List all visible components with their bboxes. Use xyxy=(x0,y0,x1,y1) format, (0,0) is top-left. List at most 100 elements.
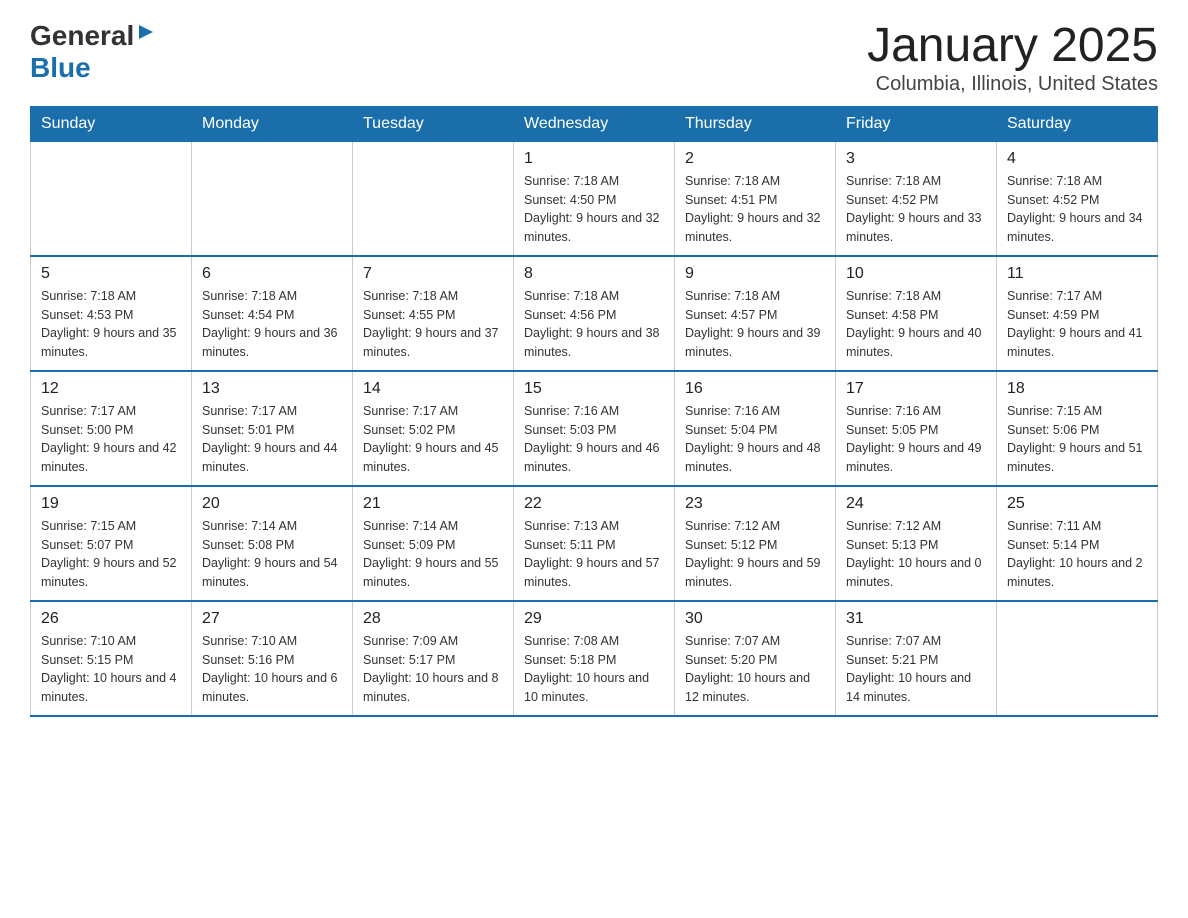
day-number: 22 xyxy=(524,495,664,513)
day-number: 20 xyxy=(202,495,342,513)
day-info: Sunrise: 7:17 AM Sunset: 5:01 PM Dayligh… xyxy=(202,402,342,477)
calendar-cell: 10 Sunrise: 7:18 AM Sunset: 4:58 PM Dayli… xyxy=(836,256,997,371)
day-info: Sunrise: 7:10 AM Sunset: 5:16 PM Dayligh… xyxy=(202,632,342,707)
calendar-cell: 11 Sunrise: 7:17 AM Sunset: 4:59 PM Dayli… xyxy=(997,256,1158,371)
calendar-cell: 24 Sunrise: 7:12 AM Sunset: 5:13 PM Dayli… xyxy=(836,486,997,601)
day-info: Sunrise: 7:15 AM Sunset: 5:07 PM Dayligh… xyxy=(41,517,181,592)
calendar-cell: 8Sunrise: 7:18 AM Sunset: 4:56 PM Daylig… xyxy=(514,256,675,371)
day-number: 15 xyxy=(524,380,664,398)
day-number: 19 xyxy=(41,495,181,513)
calendar-week-row: 1 Sunrise: 7:18 AM Sunset: 4:50 PM Daylig… xyxy=(31,141,1158,256)
day-info: Sunrise: 7:13 AM Sunset: 5:11 PM Dayligh… xyxy=(524,517,664,592)
calendar-week-row: 12 Sunrise: 7:17 AM Sunset: 5:00 PM Dayli… xyxy=(31,371,1158,486)
day-number: 31 xyxy=(846,610,986,628)
page-header: General Blue January 2025 Columbia, Illi… xyxy=(30,20,1158,96)
day-number: 28 xyxy=(363,610,503,628)
calendar-cell: 29 Sunrise: 7:08 AM Sunset: 5:18 PM Dayli… xyxy=(514,601,675,716)
header-saturday: Saturday xyxy=(997,106,1158,141)
day-info: Sunrise: 7:18 AM Sunset: 4:55 PM Dayligh… xyxy=(363,287,503,362)
calendar-cell: 13 Sunrise: 7:17 AM Sunset: 5:01 PM Dayli… xyxy=(192,371,353,486)
header-sunday: Sunday xyxy=(31,106,192,141)
calendar-cell: 25Sunrise: 7:11 AM Sunset: 5:14 PM Dayli… xyxy=(997,486,1158,601)
logo: General Blue xyxy=(30,20,155,84)
day-info: Sunrise: 7:07 AM Sunset: 5:21 PM Dayligh… xyxy=(846,632,986,707)
day-info: Sunrise: 7:12 AM Sunset: 5:12 PM Dayligh… xyxy=(685,517,825,592)
day-number: 11 xyxy=(1007,265,1147,283)
day-number: 3 xyxy=(846,150,986,168)
header-tuesday: Tuesday xyxy=(353,106,514,141)
header-friday: Friday xyxy=(836,106,997,141)
day-number: 25 xyxy=(1007,495,1147,513)
calendar-cell: 4 Sunrise: 7:18 AM Sunset: 4:52 PM Daylig… xyxy=(997,141,1158,256)
calendar-cell: 19 Sunrise: 7:15 AM Sunset: 5:07 PM Dayli… xyxy=(31,486,192,601)
day-info: Sunrise: 7:18 AM Sunset: 4:52 PM Dayligh… xyxy=(1007,172,1147,247)
day-number: 9 xyxy=(685,265,825,283)
calendar-cell: 20 Sunrise: 7:14 AM Sunset: 5:08 PM Dayli… xyxy=(192,486,353,601)
day-number: 16 xyxy=(685,380,825,398)
calendar-subtitle: Columbia, Illinois, United States xyxy=(867,73,1158,96)
day-info: Sunrise: 7:15 AM Sunset: 5:06 PM Dayligh… xyxy=(1007,402,1147,477)
day-number: 13 xyxy=(202,380,342,398)
day-number: 8 xyxy=(524,265,664,283)
calendar-week-row: 19 Sunrise: 7:15 AM Sunset: 5:07 PM Dayli… xyxy=(31,486,1158,601)
day-info: Sunrise: 7:18 AM Sunset: 4:58 PM Dayligh… xyxy=(846,287,986,362)
calendar-cell xyxy=(353,141,514,256)
day-info: Sunrise: 7:10 AM Sunset: 5:15 PM Dayligh… xyxy=(41,632,181,707)
header-wednesday: Wednesday xyxy=(514,106,675,141)
calendar-cell: 23 Sunrise: 7:12 AM Sunset: 5:12 PM Dayli… xyxy=(675,486,836,601)
day-number: 4 xyxy=(1007,150,1147,168)
calendar-cell: 16 Sunrise: 7:16 AM Sunset: 5:04 PM Dayli… xyxy=(675,371,836,486)
calendar-cell: 22 Sunrise: 7:13 AM Sunset: 5:11 PM Dayli… xyxy=(514,486,675,601)
calendar-week-row: 26 Sunrise: 7:10 AM Sunset: 5:15 PM Dayli… xyxy=(31,601,1158,716)
day-info: Sunrise: 7:18 AM Sunset: 4:54 PM Dayligh… xyxy=(202,287,342,362)
day-number: 12 xyxy=(41,380,181,398)
day-info: Sunrise: 7:18 AM Sunset: 4:53 PM Dayligh… xyxy=(41,287,181,362)
calendar-cell: 21Sunrise: 7:14 AM Sunset: 5:09 PM Dayli… xyxy=(353,486,514,601)
day-info: Sunrise: 7:18 AM Sunset: 4:50 PM Dayligh… xyxy=(524,172,664,247)
calendar-cell: 31 Sunrise: 7:07 AM Sunset: 5:21 PM Dayli… xyxy=(836,601,997,716)
day-info: Sunrise: 7:18 AM Sunset: 4:52 PM Dayligh… xyxy=(846,172,986,247)
day-number: 18 xyxy=(1007,380,1147,398)
day-info: Sunrise: 7:17 AM Sunset: 5:02 PM Dayligh… xyxy=(363,402,503,477)
calendar-cell xyxy=(192,141,353,256)
day-info: Sunrise: 7:17 AM Sunset: 5:00 PM Dayligh… xyxy=(41,402,181,477)
day-info: Sunrise: 7:08 AM Sunset: 5:18 PM Dayligh… xyxy=(524,632,664,707)
day-info: Sunrise: 7:09 AM Sunset: 5:17 PM Dayligh… xyxy=(363,632,503,707)
day-info: Sunrise: 7:12 AM Sunset: 5:13 PM Dayligh… xyxy=(846,517,986,592)
day-number: 24 xyxy=(846,495,986,513)
day-number: 14 xyxy=(363,380,503,398)
calendar-cell: 14 Sunrise: 7:17 AM Sunset: 5:02 PM Dayli… xyxy=(353,371,514,486)
day-number: 23 xyxy=(685,495,825,513)
calendar-cell: 5 Sunrise: 7:18 AM Sunset: 4:53 PM Daylig… xyxy=(31,256,192,371)
day-number: 29 xyxy=(524,610,664,628)
day-number: 5 xyxy=(41,265,181,283)
calendar-header-row: SundayMondayTuesdayWednesdayThursdayFrid… xyxy=(31,106,1158,141)
day-info: Sunrise: 7:17 AM Sunset: 4:59 PM Dayligh… xyxy=(1007,287,1147,362)
day-number: 10 xyxy=(846,265,986,283)
title-block: January 2025 Columbia, Illinois, United … xyxy=(867,20,1158,96)
calendar-week-row: 5 Sunrise: 7:18 AM Sunset: 4:53 PM Daylig… xyxy=(31,256,1158,371)
day-number: 27 xyxy=(202,610,342,628)
day-info: Sunrise: 7:16 AM Sunset: 5:05 PM Dayligh… xyxy=(846,402,986,477)
calendar-cell: 28 Sunrise: 7:09 AM Sunset: 5:17 PM Dayli… xyxy=(353,601,514,716)
calendar-cell: 30Sunrise: 7:07 AM Sunset: 5:20 PM Dayli… xyxy=(675,601,836,716)
day-number: 26 xyxy=(41,610,181,628)
day-number: 17 xyxy=(846,380,986,398)
calendar-cell xyxy=(997,601,1158,716)
calendar-cell: 17 Sunrise: 7:16 AM Sunset: 5:05 PM Dayli… xyxy=(836,371,997,486)
calendar-table: SundayMondayTuesdayWednesdayThursdayFrid… xyxy=(30,106,1158,717)
header-monday: Monday xyxy=(192,106,353,141)
day-number: 21 xyxy=(363,495,503,513)
calendar-cell: 9Sunrise: 7:18 AM Sunset: 4:57 PM Daylig… xyxy=(675,256,836,371)
logo-blue-text: Blue xyxy=(30,52,91,84)
calendar-cell: 6Sunrise: 7:18 AM Sunset: 4:54 PM Daylig… xyxy=(192,256,353,371)
day-number: 30 xyxy=(685,610,825,628)
day-info: Sunrise: 7:16 AM Sunset: 5:03 PM Dayligh… xyxy=(524,402,664,477)
logo-general-text: General xyxy=(30,20,134,52)
day-info: Sunrise: 7:16 AM Sunset: 5:04 PM Dayligh… xyxy=(685,402,825,477)
day-info: Sunrise: 7:18 AM Sunset: 4:51 PM Dayligh… xyxy=(685,172,825,247)
day-number: 2 xyxy=(685,150,825,168)
calendar-cell: 1 Sunrise: 7:18 AM Sunset: 4:50 PM Daylig… xyxy=(514,141,675,256)
day-number: 1 xyxy=(524,150,664,168)
day-info: Sunrise: 7:14 AM Sunset: 5:08 PM Dayligh… xyxy=(202,517,342,592)
